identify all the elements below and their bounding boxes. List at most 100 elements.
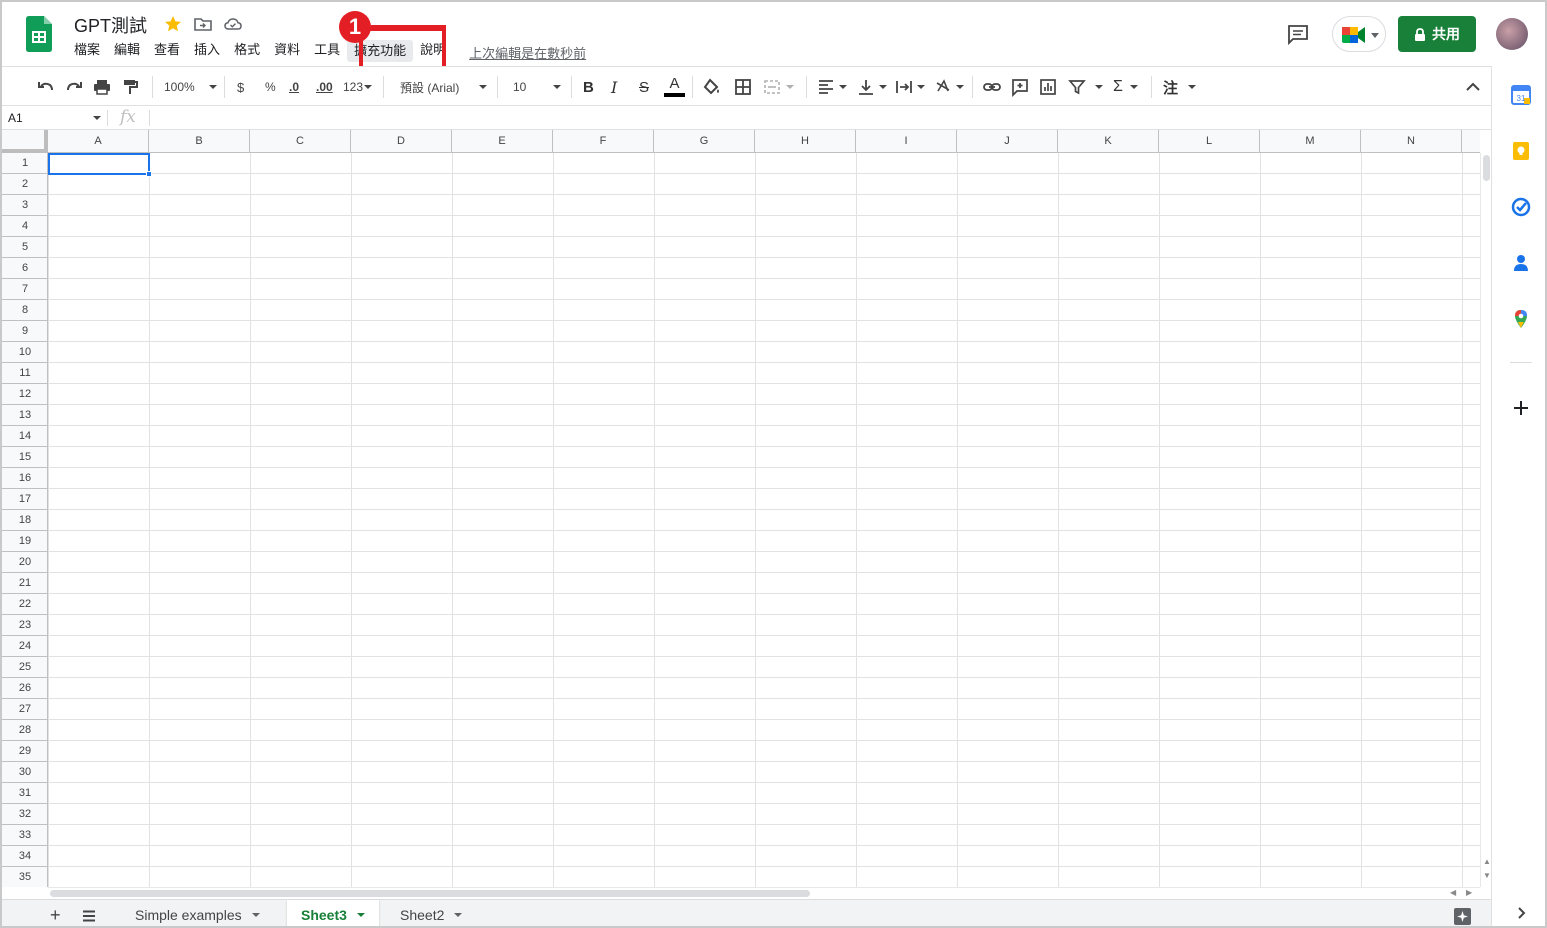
text-color-button[interactable]: A <box>664 75 685 101</box>
fill-handle[interactable] <box>146 171 152 177</box>
scroll-down-icon[interactable]: ▼ <box>1483 871 1491 880</box>
contacts-icon[interactable] <box>1510 252 1532 274</box>
row-header[interactable]: 33 <box>2 825 48 846</box>
column-header[interactable]: F <box>553 130 654 153</box>
more-formats-button[interactable]: 123 <box>343 77 373 97</box>
collapse-toolbar-icon[interactable] <box>1464 77 1482 97</box>
expand-panel-icon[interactable] <box>1510 902 1532 924</box>
add-sheet-icon[interactable]: + <box>50 905 61 926</box>
name-box[interactable]: A1 <box>8 109 102 127</box>
column-header[interactable]: G <box>654 130 755 153</box>
insert-chart-icon[interactable] <box>1038 77 1058 97</box>
row-header[interactable]: 4 <box>2 216 48 237</box>
row-header[interactable]: 11 <box>2 363 48 384</box>
column-header[interactable]: E <box>452 130 553 153</box>
row-header[interactable]: 12 <box>2 384 48 405</box>
row-header[interactable]: 7 <box>2 279 48 300</box>
row-header[interactable]: 17 <box>2 489 48 510</box>
strikethrough-button[interactable]: S <box>639 77 649 97</box>
column-header[interactable]: K <box>1058 130 1159 153</box>
row-header[interactable]: 2 <box>2 174 48 195</box>
row-header[interactable]: 20 <box>2 552 48 573</box>
scroll-left-icon[interactable]: ◀ <box>1450 888 1456 897</box>
zoom-select[interactable]: 100% <box>164 77 217 97</box>
column-header[interactable]: N <box>1361 130 1462 153</box>
font-size-select[interactable]: 10 <box>513 77 562 97</box>
menu-view[interactable]: 查看 <box>147 41 187 63</box>
row-header[interactable]: 15 <box>2 447 48 468</box>
row-header[interactable]: 29 <box>2 741 48 762</box>
row-header[interactable]: 28 <box>2 720 48 741</box>
text-wrap-icon[interactable] <box>895 77 925 97</box>
column-header[interactable]: C <box>250 130 351 153</box>
star-icon[interactable] <box>163 14 183 34</box>
row-header[interactable]: 1 <box>2 153 48 174</box>
tasks-icon[interactable] <box>1510 196 1532 218</box>
currency-format-button[interactable]: $ <box>237 77 244 97</box>
row-header[interactable]: 10 <box>2 342 48 363</box>
row-header[interactable]: 32 <box>2 804 48 825</box>
maps-icon[interactable] <box>1510 308 1532 330</box>
italic-button[interactable]: I <box>611 77 617 97</box>
functions-button[interactable]: Σ <box>1113 77 1138 97</box>
column-header[interactable]: B <box>149 130 250 153</box>
row-header[interactable]: 35 <box>2 867 48 887</box>
row-header[interactable]: 3 <box>2 195 48 216</box>
row-header[interactable]: 26 <box>2 678 48 699</box>
sheet-tab-sheet3[interactable]: Sheet3 <box>287 900 379 926</box>
row-header[interactable]: 25 <box>2 657 48 678</box>
menu-edit[interactable]: 編輯 <box>107 41 147 63</box>
filter-icon[interactable] <box>1067 77 1103 97</box>
column-header[interactable]: H <box>755 130 856 153</box>
horizontal-scrollbar[interactable]: ◀ ▶ <box>48 887 1480 899</box>
row-header[interactable]: 9 <box>2 321 48 342</box>
percent-format-button[interactable]: % <box>265 77 276 97</box>
font-family-select[interactable]: 預設 (Arial) <box>400 77 488 97</box>
all-sheets-icon[interactable] <box>82 909 96 926</box>
row-header[interactable]: 22 <box>2 594 48 615</box>
last-edit-link[interactable]: 上次編輯是在數秒前 <box>469 43 586 62</box>
row-header[interactable]: 6 <box>2 258 48 279</box>
menu-insert[interactable]: 插入 <box>187 41 227 63</box>
row-header[interactable]: 5 <box>2 237 48 258</box>
text-rotation-icon[interactable] <box>934 77 964 97</box>
column-header[interactable]: J <box>957 130 1058 153</box>
row-header[interactable]: 19 <box>2 531 48 552</box>
menu-tools[interactable]: 工具 <box>307 41 347 63</box>
add-icon[interactable] <box>1510 397 1532 419</box>
column-header[interactable]: D <box>351 130 452 153</box>
row-header[interactable]: 14 <box>2 426 48 447</box>
row-header[interactable]: 16 <box>2 468 48 489</box>
row-header[interactable]: 30 <box>2 762 48 783</box>
vertical-align-icon[interactable] <box>857 77 887 97</box>
move-folder-icon[interactable] <box>193 14 213 34</box>
column-header[interactable]: M <box>1260 130 1361 153</box>
row-header[interactable]: 18 <box>2 510 48 531</box>
menu-data[interactable]: 資料 <box>267 41 307 63</box>
increase-decimal-button[interactable]: .00 <box>316 77 333 97</box>
horizontal-scroll-thumb[interactable] <box>50 890 810 897</box>
undo-icon[interactable] <box>36 77 56 97</box>
bold-button[interactable]: B <box>583 77 594 97</box>
decrease-decimal-button[interactable]: .0 <box>289 77 299 97</box>
keep-icon[interactable] <box>1510 140 1532 162</box>
selected-cell-a1[interactable] <box>48 153 150 175</box>
scroll-right-icon[interactable]: ▶ <box>1466 888 1472 897</box>
row-header[interactable]: 21 <box>2 573 48 594</box>
row-header[interactable]: 24 <box>2 636 48 657</box>
paint-format-icon[interactable] <box>120 77 140 97</box>
share-button[interactable]: 共用 <box>1398 16 1476 52</box>
input-tools-button[interactable]: 注 <box>1163 77 1197 97</box>
menu-format[interactable]: 格式 <box>227 41 267 63</box>
vertical-scrollbar[interactable]: ▲ ▼ <box>1480 153 1491 887</box>
cell-area[interactable] <box>48 153 1480 887</box>
sheet-tab-sheet2[interactable]: Sheet2 <box>386 900 476 926</box>
row-header[interactable]: 8 <box>2 300 48 321</box>
select-all-corner[interactable] <box>2 130 48 153</box>
row-header[interactable]: 13 <box>2 405 48 426</box>
print-icon[interactable] <box>92 77 112 97</box>
cloud-status-icon[interactable] <box>223 14 243 34</box>
sheets-logo-icon[interactable] <box>26 16 52 52</box>
menu-file[interactable]: 檔案 <box>74 41 107 63</box>
insert-comment-icon[interactable] <box>1010 77 1030 97</box>
